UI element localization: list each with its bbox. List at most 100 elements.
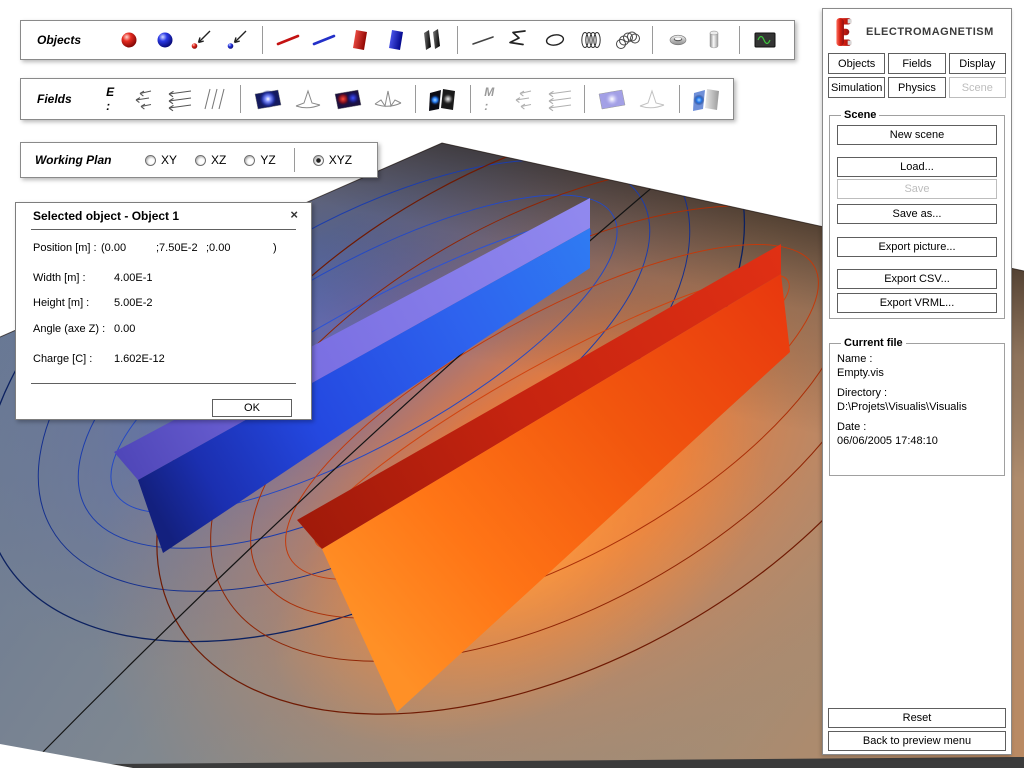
- radio-option-xy[interactable]: XY: [145, 153, 177, 167]
- fields-toolbar-label: Fields: [37, 92, 100, 106]
- nav-simulation-button[interactable]: Simulation: [828, 77, 885, 98]
- blue-point-charge-icon[interactable]: [224, 27, 250, 53]
- objects-toolbar: Objects: [20, 20, 795, 60]
- wire-icon[interactable]: [470, 27, 496, 53]
- m-surface-3d-icon[interactable]: [637, 86, 667, 112]
- position-label: Position [m] :: [33, 242, 101, 254]
- export-picture-button[interactable]: Export picture...: [837, 237, 997, 257]
- m-split-potential-icon[interactable]: [692, 86, 722, 112]
- current-file-group: Current file Name : Empty.vis Directory …: [829, 337, 1005, 476]
- working-plan-panel: Working Plan XY XZ YZ XYZ: [20, 142, 378, 178]
- flexible-solenoid-icon[interactable]: [614, 27, 640, 53]
- radio-option-xyz[interactable]: XYZ: [313, 153, 352, 167]
- selected-object-dialog: Selected object - Object 1 × Position [m…: [15, 202, 312, 420]
- bent-wire-icon[interactable]: [506, 27, 532, 53]
- solenoid-icon[interactable]: [578, 27, 604, 53]
- toolbar-separator: [240, 85, 241, 113]
- height-row: Height [m] :5.00E-2: [16, 297, 153, 309]
- e-field-label: E :: [106, 85, 119, 113]
- blue-line-icon[interactable]: [311, 27, 337, 53]
- radio-yz-label: YZ: [260, 153, 275, 167]
- position-row: Position [m] :(0.00;7.50E-2;0.00): [16, 242, 277, 254]
- ok-button[interactable]: OK: [212, 399, 292, 417]
- export-csv-button[interactable]: Export CSV...: [837, 269, 997, 289]
- red-plate-icon[interactable]: [347, 27, 373, 53]
- toolbar-separator: [679, 85, 680, 113]
- reset-button[interactable]: Reset: [828, 708, 1006, 728]
- toolbar-separator: [652, 26, 653, 54]
- m-potential-map-icon[interactable]: [597, 86, 627, 112]
- width-label: Width [m] :: [33, 272, 114, 284]
- width-value: 4.00E-1: [114, 272, 153, 284]
- charge-label: Charge [C] :: [33, 353, 114, 365]
- position-y-value: ;7.50E-2: [156, 242, 206, 254]
- m-long-arrows-icon[interactable]: [546, 86, 572, 112]
- brand: ELECTROMAGNETISM: [833, 17, 994, 47]
- e-long-arrows-icon[interactable]: [166, 86, 192, 112]
- file-name-label: Name :: [837, 353, 997, 365]
- radio-xz-label: XZ: [211, 153, 226, 167]
- close-icon[interactable]: ×: [290, 207, 298, 222]
- radio-option-yz[interactable]: YZ: [244, 153, 275, 167]
- dialog-divider: [31, 383, 296, 384]
- m-small-arrows-icon[interactable]: [510, 86, 536, 112]
- e-potential-map-blue-icon[interactable]: [253, 86, 283, 112]
- radio-xz: [195, 155, 206, 166]
- e-potential-map-redblue-icon[interactable]: [333, 86, 363, 112]
- working-plan-separator: [294, 148, 295, 172]
- toolbar-separator: [457, 26, 458, 54]
- nav-fields-button[interactable]: Fields: [888, 53, 945, 74]
- position-x-value: (0.00: [101, 242, 156, 254]
- angle-row: Angle (axe Z) :0.00: [16, 323, 135, 335]
- radio-xy-label: XY: [161, 153, 177, 167]
- red-line-icon[interactable]: [275, 27, 301, 53]
- cylinder-icon[interactable]: [701, 27, 727, 53]
- blue-plate-icon[interactable]: [383, 27, 409, 53]
- dialog-divider: [31, 229, 296, 230]
- nav-physics-button[interactable]: Physics: [888, 77, 945, 98]
- black-plates-icon[interactable]: [419, 27, 445, 53]
- radio-option-xz[interactable]: XZ: [195, 153, 226, 167]
- width-row: Width [m] :4.00E-1: [16, 272, 153, 284]
- red-point-charge-icon[interactable]: [188, 27, 214, 53]
- file-directory-label: Directory :: [837, 387, 997, 399]
- radio-xy: [145, 155, 156, 166]
- e-surface-3d-icon[interactable]: [293, 86, 323, 112]
- back-to-preview-menu-button[interactable]: Back to preview menu: [828, 731, 1006, 751]
- save-button: Save: [837, 179, 997, 199]
- radio-xyz: [313, 155, 324, 166]
- e-field-lines-icon[interactable]: [202, 86, 228, 112]
- oscilloscope-icon[interactable]: [752, 27, 778, 53]
- toolbar-separator: [415, 85, 416, 113]
- e-split-potential-icon[interactable]: [428, 86, 458, 112]
- sidebar: ELECTROMAGNETISM Objects Fields Display …: [822, 8, 1012, 755]
- magnet-logo-icon: [833, 17, 857, 47]
- file-date-value: 06/06/2005 17:48:10: [837, 435, 997, 447]
- nav-button-grid: Objects Fields Display Simulation Physic…: [828, 53, 1006, 98]
- torus-icon[interactable]: [665, 27, 691, 53]
- save-as-button[interactable]: Save as...: [837, 204, 997, 224]
- load-button[interactable]: Load...: [837, 157, 997, 177]
- red-sphere-icon[interactable]: [116, 27, 142, 53]
- charge-value: 1.602E-12: [114, 353, 165, 365]
- e-surface-3d-spiky-icon[interactable]: [373, 86, 403, 112]
- toolbar-separator: [262, 26, 263, 54]
- export-vrml-button[interactable]: Export VRML...: [837, 293, 997, 313]
- position-close-paren: ): [273, 242, 277, 254]
- height-value: 5.00E-2: [114, 297, 153, 309]
- brand-title: ELECTROMAGNETISM: [866, 26, 994, 38]
- e-small-arrows-icon[interactable]: [130, 86, 156, 112]
- loop-icon[interactable]: [542, 27, 568, 53]
- charge-row: Charge [C] :1.602E-12: [16, 353, 165, 365]
- blue-sphere-icon[interactable]: [152, 27, 178, 53]
- dialog-title: Selected object - Object 1: [33, 209, 179, 223]
- radio-xyz-label: XYZ: [329, 153, 352, 167]
- nav-display-button[interactable]: Display: [949, 53, 1006, 74]
- fields-toolbar: Fields E :: [20, 78, 734, 120]
- new-scene-button[interactable]: New scene: [837, 125, 997, 145]
- toolbar-separator: [470, 85, 471, 113]
- nav-scene-button: Scene: [949, 77, 1006, 98]
- nav-objects-button[interactable]: Objects: [828, 53, 885, 74]
- file-directory-value: D:\Projets\Visualis\Visualis: [837, 401, 997, 413]
- scene-group-title: Scene: [841, 109, 879, 121]
